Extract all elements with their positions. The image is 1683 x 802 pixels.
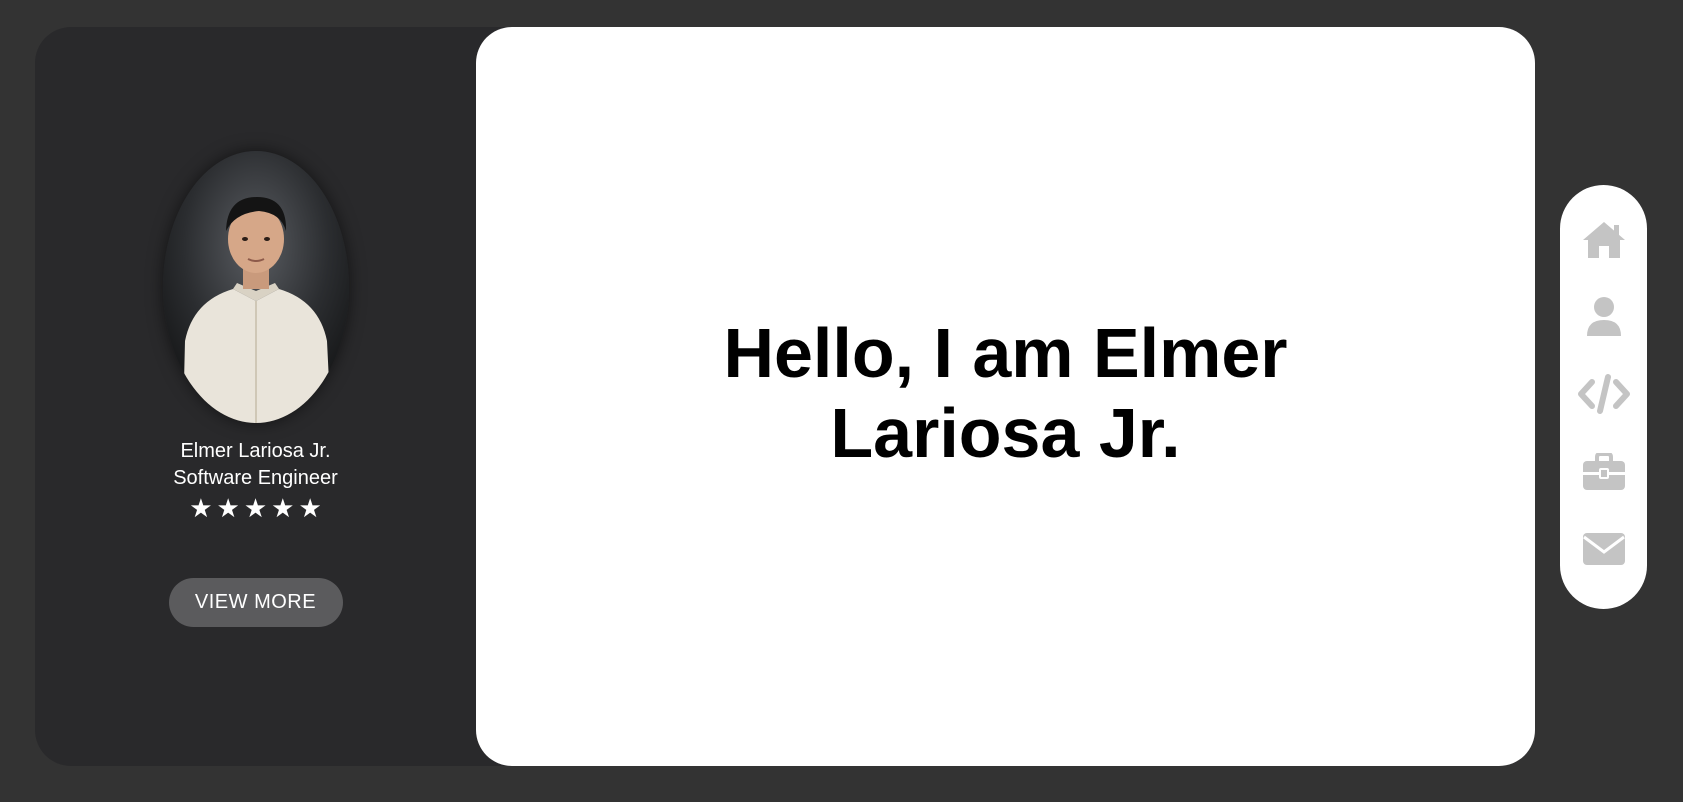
side-nav	[1560, 185, 1647, 609]
user-icon	[1585, 296, 1623, 343]
star-icon: ★	[298, 493, 322, 523]
nav-experience[interactable]	[1578, 448, 1630, 500]
star-icon: ★	[243, 493, 268, 523]
nav-projects[interactable]	[1577, 371, 1630, 423]
profile-sidebar: Elmer Lariosa Jr. Software Engineer ★ ★ …	[35, 27, 476, 766]
code-icon	[1577, 374, 1630, 419]
profile-role: Software Engineer	[173, 467, 338, 489]
main-panel: Hello, I am Elmer Lariosa Jr.	[476, 27, 1535, 766]
profile-photo	[162, 151, 349, 423]
nav-contact[interactable]	[1578, 526, 1630, 578]
home-icon	[1581, 220, 1627, 265]
hero-headline: Hello, I am Elmer Lariosa Jr.	[723, 313, 1288, 472]
briefcase-icon	[1582, 451, 1626, 496]
star-icon: ★	[216, 493, 240, 523]
profile-name: Elmer Lariosa Jr.	[180, 440, 331, 462]
nav-home[interactable]	[1578, 216, 1630, 268]
rating-stars: ★ ★ ★ ★ ★	[189, 494, 322, 522]
view-more-button[interactable]: VIEW MORE	[168, 578, 343, 627]
star-icon: ★	[189, 493, 213, 523]
star-icon: ★	[271, 493, 295, 523]
nav-about[interactable]	[1578, 294, 1630, 346]
envelope-icon	[1582, 532, 1626, 571]
